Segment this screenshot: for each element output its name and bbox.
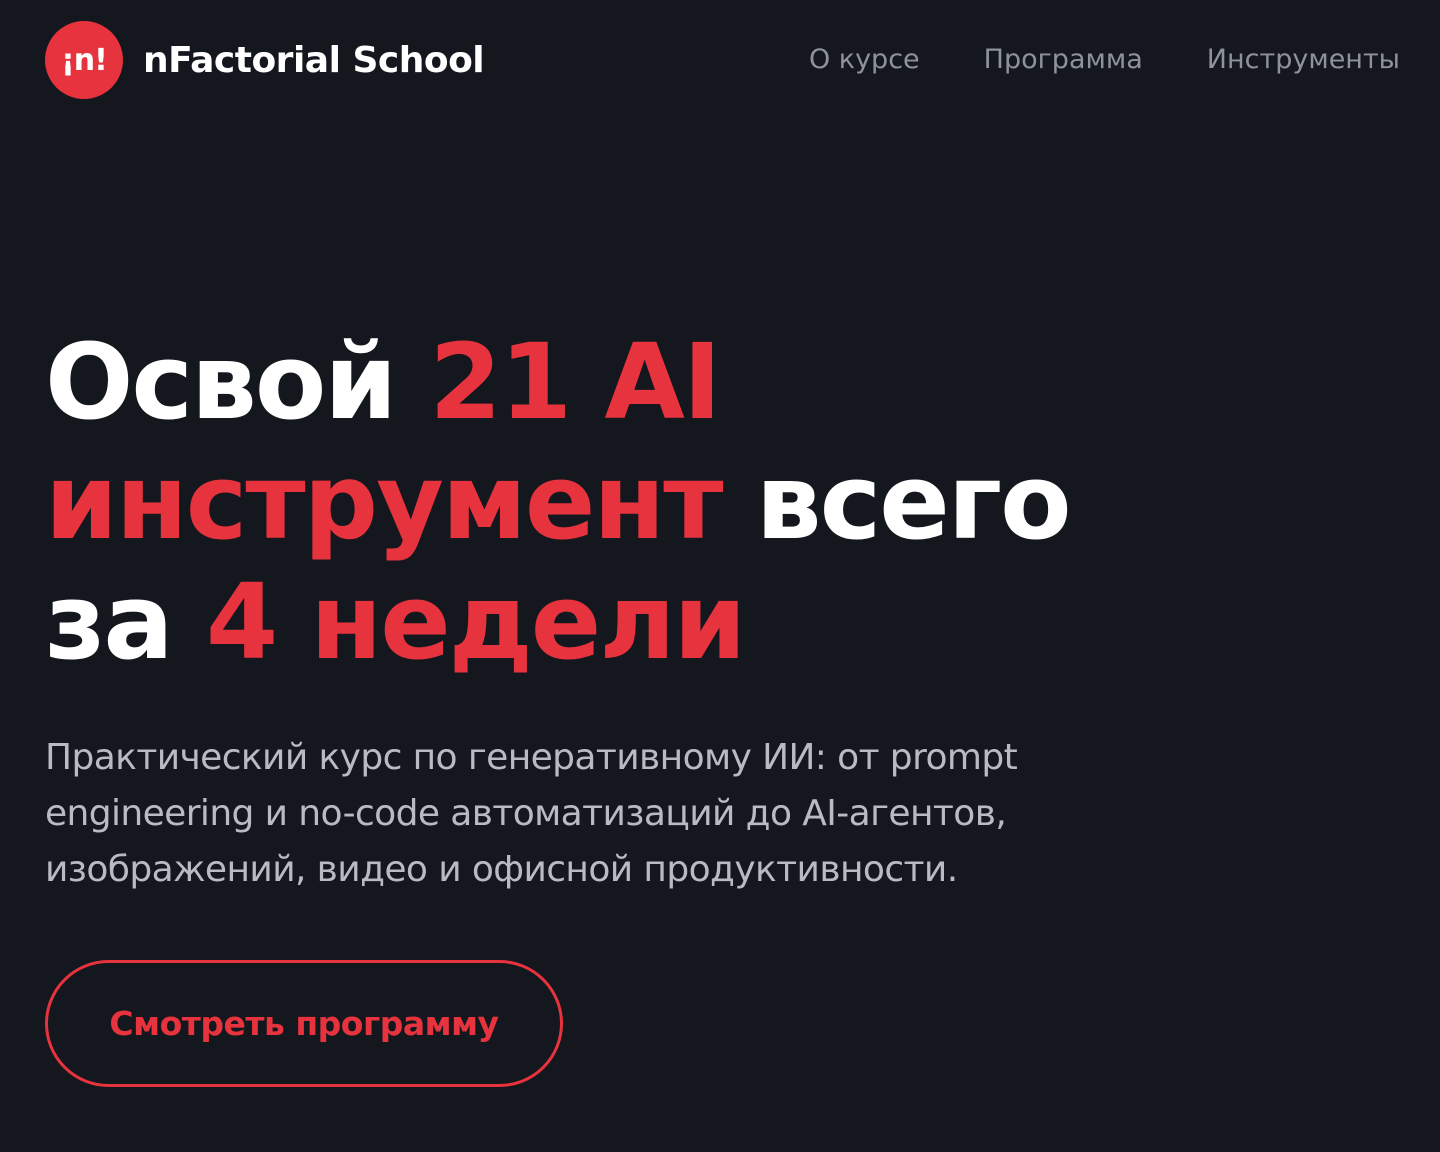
view-program-button[interactable]: Смотреть программу [45, 960, 563, 1087]
nav-link-tools[interactable]: Инструменты [1207, 40, 1400, 80]
hero-title-accent: 4 недели [205, 561, 747, 683]
hero-title-line-3: за 4 недели [45, 562, 1070, 682]
nav-link-about[interactable]: О курсе [809, 40, 920, 80]
hero-title-text: Освой [45, 321, 430, 443]
hero-subtitle-line: Практический курс по генеративному ИИ: о… [45, 737, 1018, 778]
site-header: ¡n! nFactorial School О курсе Программа … [0, 0, 1440, 120]
logo-icon: ¡n! [45, 21, 123, 99]
hero-title-text: за [45, 561, 206, 683]
hero-subtitle: Практический курс по генеративному ИИ: о… [45, 730, 1065, 898]
hero-title-line-1: Освой 21 AI [45, 322, 1070, 442]
hero-title-text: всего [721, 441, 1072, 563]
landing-page: ¡n! nFactorial School О курсе Программа … [0, 0, 1440, 1152]
hero-title-accent: инструмент [45, 441, 724, 563]
logo-link[interactable]: ¡n! nFactorial School [45, 21, 485, 99]
hero-subtitle-line: engineering и no-code автоматизаций до A… [45, 793, 1007, 834]
main-nav: О курсе Программа Инструменты [809, 40, 1400, 80]
nav-link-program[interactable]: Программа [984, 40, 1143, 80]
hero-subtitle-line: изображений, видео и офисной продуктивно… [45, 849, 958, 890]
hero-title-line-2: инструмент всего [45, 441, 1072, 563]
hero-title: Освой 21 AI инструмент всего за 4 недели [45, 322, 1072, 682]
hero-title-accent: 21 AI [429, 321, 721, 443]
logo-text: nFactorial School [143, 39, 485, 81]
